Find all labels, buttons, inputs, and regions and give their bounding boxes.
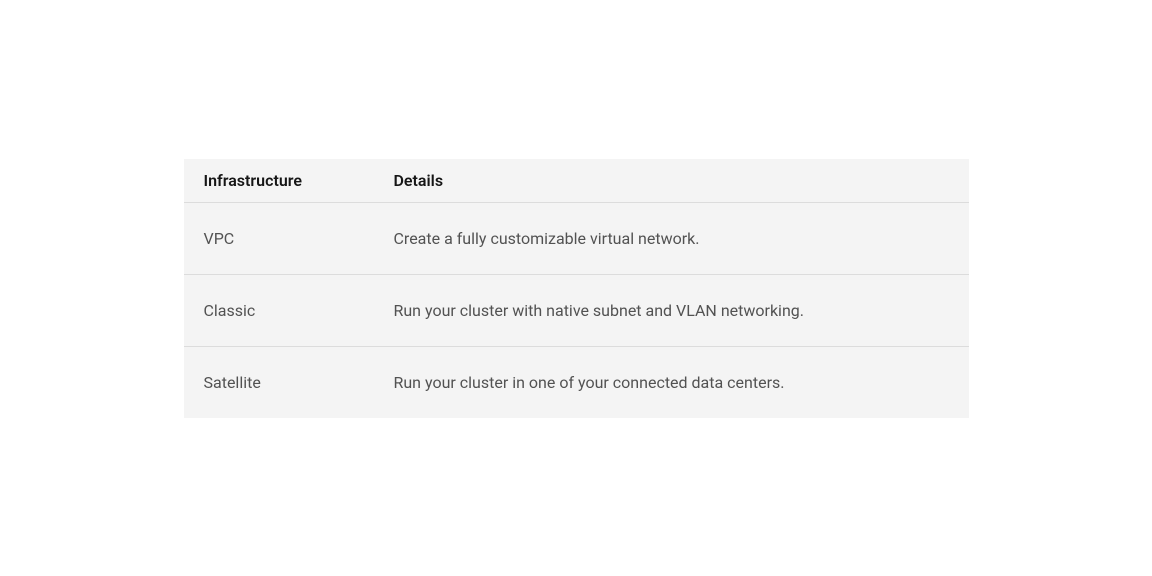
cell-details: Create a fully customizable virtual netw…: [374, 202, 969, 274]
table-row: Satellite Run your cluster in one of you…: [184, 346, 969, 418]
infrastructure-table: Infrastructure Details VPC Create a full…: [184, 159, 969, 418]
header-details: Details: [374, 159, 969, 203]
table-header-row: Infrastructure Details: [184, 159, 969, 203]
header-infrastructure: Infrastructure: [184, 159, 374, 203]
table-row: Classic Run your cluster with native sub…: [184, 274, 969, 346]
table-row: VPC Create a fully customizable virtual …: [184, 202, 969, 274]
cell-infrastructure: VPC: [184, 202, 374, 274]
cell-details: Run your cluster with native subnet and …: [374, 274, 969, 346]
infrastructure-table-container: Infrastructure Details VPC Create a full…: [184, 159, 969, 418]
cell-infrastructure: Classic: [184, 274, 374, 346]
cell-infrastructure: Satellite: [184, 346, 374, 418]
cell-details: Run your cluster in one of your connecte…: [374, 346, 969, 418]
